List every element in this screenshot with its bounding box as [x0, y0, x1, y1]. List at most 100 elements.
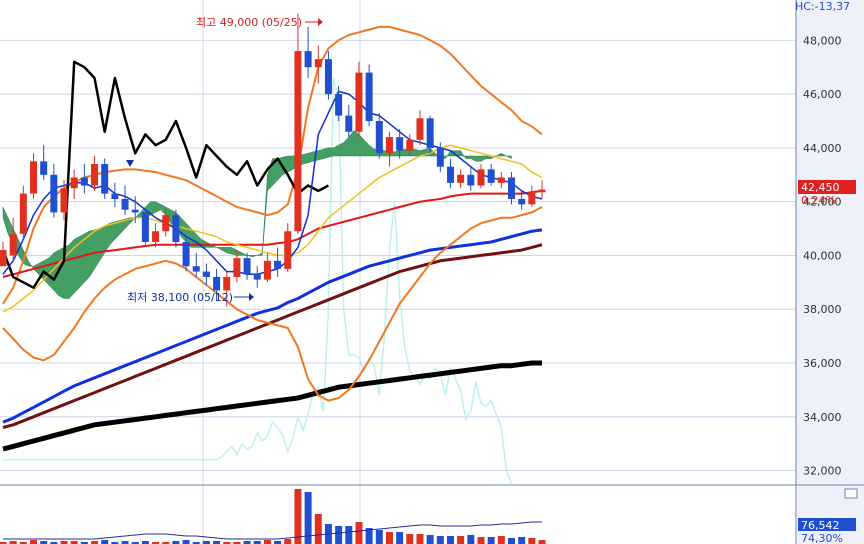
candle-body — [396, 137, 404, 151]
candle-body — [284, 231, 292, 269]
candle-body — [141, 212, 149, 242]
current-ratio-label: 74,30% — [801, 532, 843, 544]
candle-body — [19, 193, 27, 234]
volume-bar — [508, 538, 515, 544]
price-tick-label: 44,000 — [803, 142, 842, 155]
candle-body — [335, 94, 343, 116]
volume-bar — [284, 539, 292, 544]
candle-body — [477, 169, 485, 186]
candle-body — [508, 177, 515, 199]
candle-body — [253, 274, 261, 280]
candle-body — [121, 198, 129, 210]
candle-body — [406, 139, 414, 151]
high-label: 최고 49,000 (05/25) — [196, 16, 302, 29]
high-annotation: 최고 49,000 (05/25) — [196, 16, 323, 29]
volume-bar — [396, 532, 404, 544]
volume-bar — [538, 540, 546, 544]
price-tick-label: 40,000 — [803, 249, 842, 262]
candle-body — [314, 59, 322, 68]
price-panel — [0, 13, 546, 485]
volume-bar — [467, 535, 475, 544]
candle-body — [101, 164, 109, 194]
current-volume-label: 76,542 — [801, 519, 840, 532]
candle-body — [436, 147, 444, 167]
volume-bar — [416, 534, 424, 544]
panel-toggle-button[interactable] — [844, 488, 858, 499]
candle-body — [162, 215, 170, 232]
volume-bar — [497, 536, 505, 544]
candle-body — [375, 121, 383, 154]
candle-body — [202, 271, 210, 277]
volume-bar — [345, 526, 353, 544]
volume-bar — [375, 530, 383, 544]
price-tick-label: 38,000 — [803, 303, 842, 316]
candle-body — [0, 250, 7, 267]
price-tick-label: 46,000 — [803, 88, 842, 101]
volume-bar — [436, 536, 444, 544]
candle-body — [518, 198, 526, 205]
stock-chart[interactable]: 48,00046,00044,00042,00040,00038,00036,0… — [0, 0, 864, 544]
price-axis: 48,00046,00044,00042,00040,00038,00036,0… — [803, 34, 842, 477]
candle-body — [182, 242, 190, 267]
candle-body — [213, 276, 221, 291]
current-price-label: 42,450 — [801, 181, 840, 194]
candle-body — [263, 260, 271, 280]
candle-body — [243, 258, 251, 275]
price-tick-label: 32,000 — [803, 465, 842, 478]
candle-body — [446, 166, 454, 183]
volume-bar — [406, 534, 414, 544]
sell-signal-icon — [126, 160, 134, 167]
candle-body — [172, 215, 180, 242]
candle-body — [40, 161, 48, 175]
volume-bar — [385, 532, 393, 544]
volume-bar — [457, 536, 465, 544]
volume-bar — [263, 540, 271, 544]
candle-body — [487, 169, 495, 183]
candle-body — [80, 177, 88, 186]
candle-body — [91, 164, 99, 186]
candle-body — [233, 258, 241, 277]
low-annotation: 최저 38,100 (05/12) — [127, 291, 254, 304]
high-arrow-icon — [318, 18, 323, 26]
indicator-readout: HC:-13,37 — [795, 0, 850, 13]
candle-body — [426, 118, 434, 148]
candle-body — [497, 177, 505, 183]
candle-body — [324, 59, 332, 95]
volume-bar — [477, 537, 485, 544]
volume-bar — [335, 526, 343, 544]
candle-body — [111, 193, 119, 199]
price-tick-label: 48,000 — [803, 34, 842, 47]
candle-body — [294, 51, 302, 232]
volume-bar — [314, 514, 322, 544]
current-change-label: 0,24% — [801, 194, 836, 207]
low-arrow-icon — [249, 293, 254, 301]
candle-body — [416, 118, 424, 140]
ma480-line — [2, 360, 542, 452]
volume-bar — [446, 536, 454, 544]
volume-bar — [528, 538, 536, 544]
candle-body — [9, 233, 17, 256]
candle-body — [467, 174, 475, 186]
volume-bar — [30, 540, 38, 544]
candle-body — [70, 177, 78, 189]
volume-bar — [518, 537, 526, 544]
volume-bar — [487, 537, 495, 544]
candle-body — [152, 231, 160, 242]
candle-body — [50, 174, 58, 213]
candle-body — [345, 115, 353, 132]
volume-panel — [0, 489, 546, 544]
candle-body — [355, 72, 363, 132]
candle-body — [528, 192, 536, 205]
volume-bar — [294, 489, 302, 544]
candle-body — [457, 174, 465, 183]
candle-body — [223, 276, 231, 291]
candle-body — [538, 189, 546, 193]
candle-body — [385, 137, 393, 154]
volume-bar — [182, 540, 190, 544]
volume-bar — [101, 540, 109, 544]
volume-bar — [355, 522, 363, 544]
candle-body — [365, 72, 373, 121]
low-label: 최저 38,100 (05/12) — [127, 291, 233, 304]
volume-bar — [426, 535, 434, 544]
candle-body — [30, 161, 38, 194]
